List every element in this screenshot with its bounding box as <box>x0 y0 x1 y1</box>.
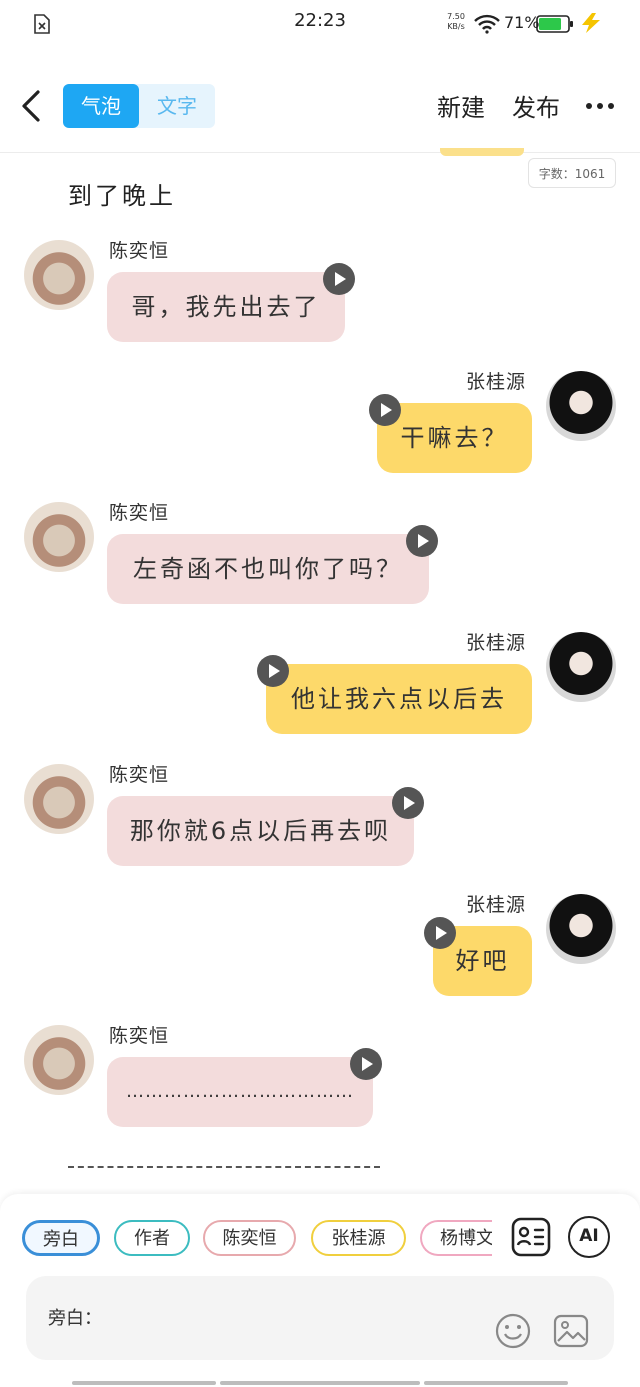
wifi-icon <box>474 14 500 34</box>
scroll-indicator <box>220 1381 420 1385</box>
play-voice-icon[interactable] <box>323 263 355 295</box>
text-input[interactable]: 旁白： <box>26 1276 614 1360</box>
chip-yang[interactable]: 杨博文 <box>420 1220 492 1256</box>
battery-icon <box>536 15 573 33</box>
chip-chen[interactable]: 陈奕恒 <box>203 1220 296 1256</box>
back-icon[interactable] <box>18 88 48 124</box>
chat-bubble[interactable]: ……………………………… <box>107 1057 373 1127</box>
net-speed: 7.50 KB/s <box>447 12 465 31</box>
tab-bubble[interactable]: 气泡 <box>63 84 139 128</box>
avatar[interactable] <box>24 502 94 572</box>
scroll-indicator <box>72 1381 216 1385</box>
chip-author[interactable]: 作者 <box>114 1220 190 1256</box>
bottom-panel: 旁白 作者 陈奕恒 张桂源 杨博文 AI 旁白： <box>0 1194 640 1387</box>
tab-text[interactable]: 文字 <box>139 84 215 128</box>
previous-bubble-edge <box>440 148 524 156</box>
speaker-name: 张桂源 <box>466 894 527 916</box>
battery-percent: 71% <box>504 13 540 32</box>
play-voice-icon[interactable] <box>369 394 401 426</box>
word-count-badge: 字数：1061 <box>528 158 616 188</box>
avatar[interactable] <box>546 632 616 702</box>
play-voice-icon[interactable] <box>350 1048 382 1080</box>
input-speaker-label: 旁白： <box>48 1308 102 1329</box>
chat-bubble[interactable]: 他让我六点以后去 <box>266 664 532 734</box>
narration-text[interactable]: 到了晚上 <box>68 176 176 211</box>
ai-button[interactable]: AI <box>568 1216 610 1258</box>
avatar[interactable] <box>24 1025 94 1095</box>
chip-narrator[interactable]: 旁白 <box>22 1220 100 1256</box>
charging-icon <box>582 13 600 33</box>
speaker-name: 陈奕恒 <box>109 1025 170 1047</box>
mode-toggle: 气泡 文字 <box>63 84 215 128</box>
character-card-icon[interactable] <box>510 1216 552 1258</box>
chat-bubble[interactable]: 左奇函不也叫你了吗？ <box>107 534 429 604</box>
new-button[interactable]: 新建 <box>437 88 485 123</box>
play-voice-icon[interactable] <box>392 787 424 819</box>
speaker-name: 陈奕恒 <box>109 502 170 524</box>
top-bar: 气泡 文字 新建 发布 <box>0 60 640 153</box>
play-voice-icon[interactable] <box>257 655 289 687</box>
avatar[interactable] <box>546 894 616 964</box>
emoji-icon[interactable] <box>494 1312 532 1350</box>
avatar[interactable] <box>24 764 94 834</box>
divider <box>68 1166 380 1168</box>
avatar[interactable] <box>546 371 616 441</box>
speaker-name: 陈奕恒 <box>109 240 170 262</box>
speaker-name: 张桂源 <box>466 371 527 393</box>
chat-bubble[interactable]: 那你就6点以后再去呗 <box>107 796 414 866</box>
image-icon[interactable] <box>552 1312 590 1350</box>
speaker-name: 陈奕恒 <box>109 764 170 786</box>
chip-zhang[interactable]: 张桂源 <box>311 1220 406 1256</box>
play-voice-icon[interactable] <box>406 525 438 557</box>
status-bar: 22:23 7.50 KB/s 71% <box>0 0 640 50</box>
avatar[interactable] <box>24 240 94 310</box>
chat-bubble[interactable]: 哥，我先出去了 <box>107 272 345 342</box>
publish-button[interactable]: 发布 <box>512 88 560 123</box>
more-icon[interactable] <box>585 96 615 116</box>
play-voice-icon[interactable] <box>424 917 456 949</box>
speaker-name: 张桂源 <box>466 632 527 654</box>
scroll-indicator <box>424 1381 568 1385</box>
